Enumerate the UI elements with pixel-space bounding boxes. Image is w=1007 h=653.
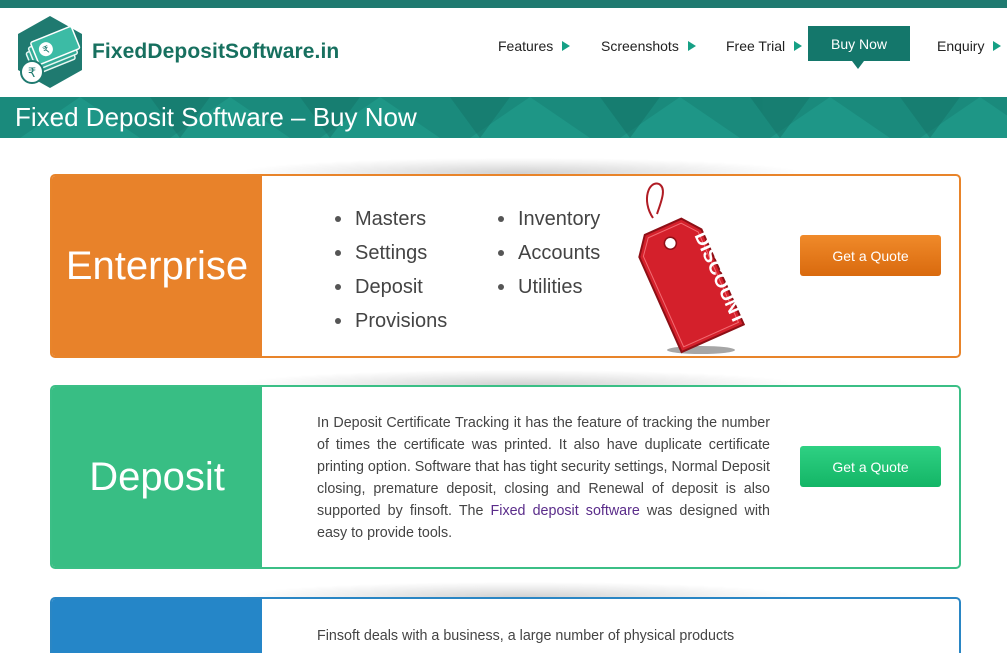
- nav-buy-now[interactable]: Buy Now: [808, 26, 910, 69]
- nav-arrow-icon: [687, 41, 696, 51]
- plan-title: Deposit: [52, 387, 262, 567]
- nav-arrow-icon: [794, 41, 803, 51]
- main-nav: Features Screenshots Free Trial Buy Now …: [0, 8, 1007, 97]
- plan-description: Finsoft deals with a business, a large n…: [317, 628, 735, 644]
- nav-features[interactable]: Features: [498, 38, 571, 54]
- feature-item: Masters: [335, 202, 447, 236]
- nav-arrow-icon: [993, 41, 1002, 51]
- plan-card-enterprise: Enterprise Masters Settings Deposit Prov…: [50, 174, 961, 358]
- plan-description: In Deposit Certificate Tracking it has t…: [317, 412, 770, 544]
- nav-free-trial[interactable]: Free Trial: [726, 38, 803, 54]
- plan-title: [52, 599, 262, 653]
- nav-arrow-icon: [562, 41, 571, 51]
- plan-title: Enterprise: [52, 176, 262, 356]
- feature-item: Settings: [335, 236, 447, 270]
- plan-card-deposit: Deposit In Deposit Certificate Tracking …: [50, 385, 961, 569]
- feature-item: Provisions: [335, 304, 447, 338]
- nav-free-trial-label: Free Trial: [726, 38, 786, 54]
- page-banner: Fixed Deposit Software – Buy Now: [0, 97, 1007, 138]
- feature-item: Inventory: [498, 202, 600, 236]
- feature-item: Deposit: [335, 270, 447, 304]
- nav-enquiry[interactable]: Enquiry: [937, 38, 1002, 54]
- fixed-deposit-software-link[interactable]: Fixed deposit software: [491, 503, 640, 519]
- nav-features-label: Features: [498, 38, 554, 54]
- nav-screenshots[interactable]: Screenshots: [601, 38, 696, 54]
- nav-enquiry-label: Enquiry: [937, 38, 985, 54]
- nav-buy-now-label: Buy Now: [830, 35, 888, 52]
- discount-tag-icon: DISCOUNT: [635, 180, 749, 356]
- get-quote-button-enterprise[interactable]: Get a Quote: [800, 235, 941, 276]
- feature-item: Accounts: [498, 236, 600, 270]
- feature-column-left: Masters Settings Deposit Provisions: [335, 202, 447, 338]
- feature-column-right: Inventory Accounts Utilities: [498, 202, 600, 304]
- feature-item: Utilities: [498, 270, 600, 304]
- top-stripe: [0, 0, 1007, 8]
- get-quote-button-deposit[interactable]: Get a Quote: [800, 446, 941, 487]
- page-title: Fixed Deposit Software – Buy Now: [15, 102, 417, 132]
- site-header: ₹ ₹ FixedDepositSoftware.in Features Scr…: [0, 8, 1007, 97]
- nav-screenshots-label: Screenshots: [601, 38, 679, 54]
- plan-card-third: Finsoft deals with a business, a large n…: [50, 597, 961, 653]
